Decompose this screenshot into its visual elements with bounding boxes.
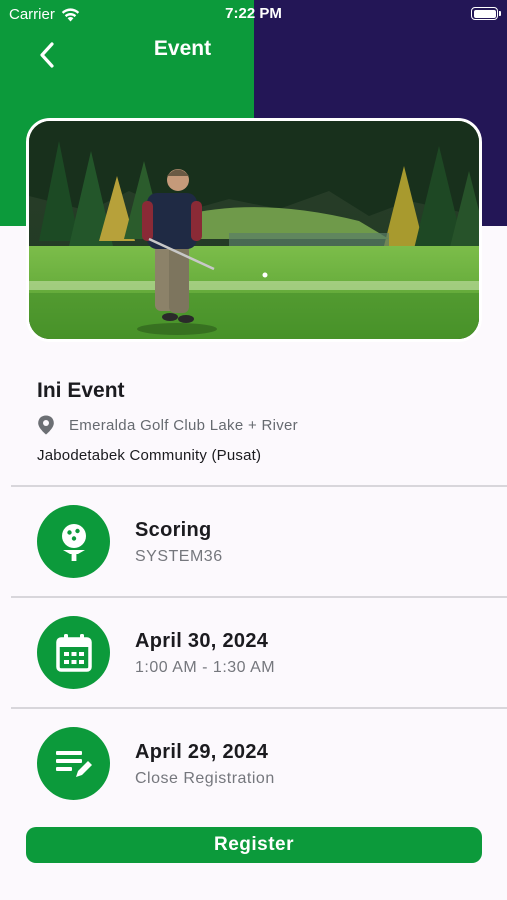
registration-icon-badge <box>37 727 110 800</box>
register-button[interactable]: Register <box>26 827 482 863</box>
scoring-system: SYSTEM36 <box>135 548 223 565</box>
back-button[interactable] <box>33 38 63 72</box>
edit-note-icon <box>55 750 92 777</box>
event-date-title: April 30, 2024 <box>135 630 269 652</box>
scoring-title: Scoring <box>135 519 212 541</box>
status-time: 7:22 PM <box>225 5 282 22</box>
event-name: Ini Event <box>37 379 125 402</box>
calendar-icon <box>55 633 92 672</box>
page-title: Event <box>153 37 212 60</box>
chevron-left-icon <box>40 42 54 68</box>
event-date-icon-badge <box>37 616 110 689</box>
event-location: Emeralda Golf Club Lake + River <box>37 415 298 435</box>
location-label: Emeralda Golf Club Lake + River <box>69 416 298 434</box>
scoring-row: Scoring SYSTEM36 <box>0 487 507 597</box>
battery-icon <box>471 7 501 20</box>
registration-close-label: Close Registration <box>135 770 275 787</box>
registration-date-title: April 29, 2024 <box>135 741 269 763</box>
scoring-icon-badge <box>37 505 110 578</box>
golf-ball-tee-icon <box>61 523 86 561</box>
location-pin-icon <box>38 415 54 435</box>
event-date-row: April 30, 2024 1:00 AM - 1:30 AM <box>0 598 507 708</box>
registration-deadline-row: April 29, 2024 Close Registration <box>0 709 507 819</box>
community-label: Jabodetabek Community (Pusat) <box>37 447 262 464</box>
status-bar: Carrier 7:22 PM <box>0 0 507 28</box>
event-time-range: 1:00 AM - 1:30 AM <box>135 659 276 676</box>
event-banner-image <box>26 118 482 342</box>
